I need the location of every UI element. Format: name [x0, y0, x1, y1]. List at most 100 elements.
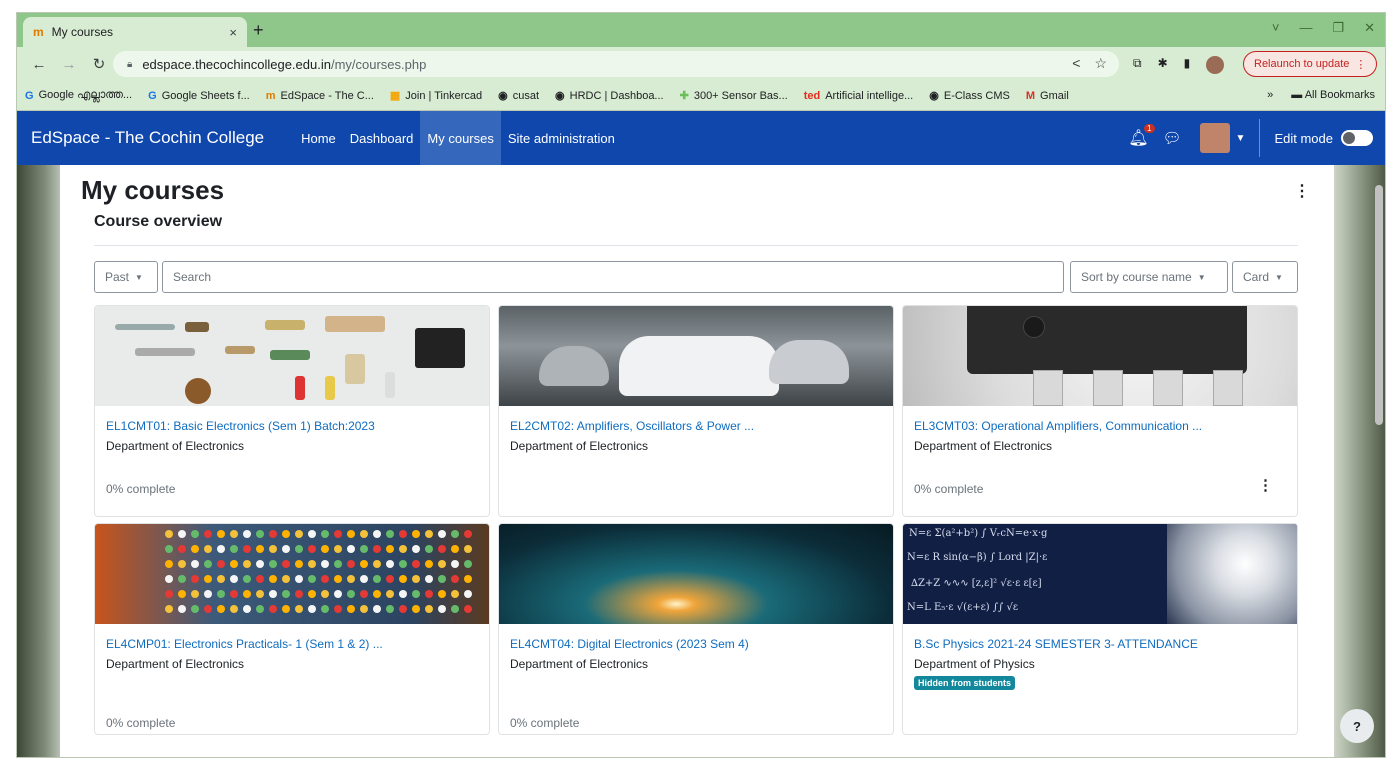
panel-socket	[256, 605, 264, 613]
side-panel-icon[interactable]: ▮	[1184, 56, 1191, 74]
profile-avatar[interactable]	[1206, 56, 1225, 74]
bookmark-item[interactable]: ◉ cusat	[498, 89, 539, 103]
relaunch-button[interactable]: Relaunch to update ⋮	[1243, 51, 1378, 77]
bookmark-item[interactable]: ▦ Join | Tinkercad	[390, 89, 482, 103]
panel-socket	[425, 530, 433, 538]
course-name-link[interactable]: EL4CMP01: Electronics Practicals- 1 (Sem…	[106, 637, 383, 651]
help-button[interactable]: ?	[1340, 709, 1374, 743]
close-window-icon[interactable]: ✕	[1364, 20, 1375, 36]
course-card[interactable]: EL4CMP01: Electronics Practicals- 1 (Sem…	[94, 523, 490, 735]
course-search-input[interactable]: Search	[162, 261, 1064, 293]
course-image-ic-chip[interactable]	[903, 306, 1297, 406]
nav-my-courses[interactable]: My courses	[420, 111, 501, 165]
share-icon[interactable]: <	[1072, 55, 1080, 72]
all-bookmarks-button[interactable]: ▬ All Bookmarks	[1291, 89, 1375, 101]
forward-arrow-icon[interactable]: →	[61, 56, 77, 73]
chevron-down-icon[interactable]: ▼	[1236, 133, 1246, 144]
bookmark-favicon-icon: G	[148, 89, 157, 102]
bookmark-item[interactable]: M Gmail	[1026, 90, 1069, 102]
course-actions-menu-icon[interactable]: ⋮	[1258, 476, 1273, 494]
panel-socket	[217, 575, 225, 583]
panel-socket	[295, 605, 303, 613]
address-bar[interactable]: 🔒︎ edspace.thecochincollege.edu.in/my/co…	[113, 51, 1119, 77]
course-card[interactable]: EL4CMT04: Digital Electronics (2023 Sem …	[498, 523, 894, 735]
bookmark-label: Google എല്ലാത്ത...	[38, 89, 133, 101]
bookmark-star-icon[interactable]: ☆	[1094, 55, 1107, 72]
close-tab-icon[interactable]: ×	[229, 25, 237, 40]
course-name-link[interactable]: EL2CMT02: Amplifiers, Oscillators & Powe…	[510, 419, 754, 433]
panel-socket	[191, 545, 199, 553]
panel-socket	[373, 530, 381, 538]
course-name-link[interactable]: EL1CMT01: Basic Electronics (Sem 1) Batc…	[106, 419, 375, 433]
search-placeholder: Search	[173, 270, 212, 284]
course-card[interactable]: EL3CMT03: Operational Amplifiers, Commun…	[902, 305, 1298, 517]
back-arrow-icon[interactable]: ←	[31, 56, 47, 73]
panel-socket	[321, 560, 329, 568]
extension-icons: ⧉ ✱ ▮	[1133, 56, 1225, 74]
bookmark-item[interactable]: G Google Sheets f...	[148, 90, 250, 102]
grouping-filter-dropdown[interactable]: Past ▼	[94, 261, 158, 293]
course-image-car-factory[interactable]	[499, 306, 893, 406]
panel-socket	[464, 590, 472, 598]
chevron-down-icon: ▼	[1197, 272, 1206, 282]
course-name-link[interactable]: EL3CMT03: Operational Amplifiers, Commun…	[914, 419, 1202, 433]
restore-icon[interactable]: ❐	[1332, 20, 1344, 36]
bookmark-favicon-icon: m	[265, 89, 276, 102]
bookmark-item[interactable]: G Google എല്ലാത്ത...	[25, 89, 132, 102]
course-category: Department of Electronics	[106, 439, 245, 453]
panel-socket	[165, 575, 173, 583]
course-card[interactable]: EL1CMT01: Basic Electronics (Sem 1) Batc…	[94, 305, 490, 517]
reload-icon[interactable]: ↻	[91, 55, 107, 73]
panel-socket	[386, 530, 394, 538]
view-dropdown[interactable]: Card ▼	[1232, 261, 1298, 293]
sort-dropdown[interactable]: Sort by course name ▼	[1070, 261, 1228, 293]
course-name-link[interactable]: EL4CMT04: Digital Electronics (2023 Sem …	[510, 637, 749, 651]
new-tab-button[interactable]: +	[253, 20, 264, 41]
bookmark-item[interactable]: ted Artificial intellige...	[804, 90, 914, 102]
browser-tab[interactable]: m My courses ×	[23, 17, 247, 47]
bookmarks-more-icon[interactable]: »	[1267, 89, 1273, 101]
course-card[interactable]: N=ε Σ(a²+b²) ∫ VᵣcN=e·x·g N=ε R sin(α−β)…	[902, 523, 1298, 735]
nav-home[interactable]: Home	[294, 111, 343, 165]
panel-socket	[269, 530, 277, 538]
course-image-electronic-components[interactable]	[95, 306, 489, 406]
minimize-icon[interactable]: —	[1299, 20, 1312, 36]
panel-socket	[204, 545, 212, 553]
page-actions-menu-icon[interactable]: ⋮	[1294, 181, 1310, 201]
bookmark-item[interactable]: ◉ E-Class CMS	[929, 89, 1010, 103]
puzzle-icon[interactable]: ✱	[1158, 56, 1168, 74]
panel-socket	[425, 575, 433, 583]
course-image-robot-formulas[interactable]: N=ε Σ(a²+b²) ∫ VᵣcN=e·x·g N=ε R sin(α−β)…	[903, 524, 1297, 624]
edit-mode-toggle[interactable]	[1341, 130, 1373, 146]
panel-socket	[386, 545, 394, 553]
course-category: Department of Electronics	[914, 439, 1053, 453]
extension-icon[interactable]: ⧉	[1133, 56, 1142, 74]
notification-bell-icon[interactable]: 🔔︎ 1	[1128, 124, 1155, 148]
bookmark-label: HRDC | Dashboa...	[569, 89, 664, 102]
course-image-lab-panel[interactable]	[95, 524, 489, 624]
bookmark-item[interactable]: ◉ HRDC | Dashboa...	[555, 89, 664, 103]
messages-icon[interactable]: 💬︎	[1163, 129, 1182, 147]
panel-socket	[360, 560, 368, 568]
page-scrollbar[interactable]	[1375, 185, 1383, 425]
user-avatar[interactable]	[1199, 123, 1230, 153]
bookmark-item[interactable]: m EdSpace - The C...	[266, 90, 374, 102]
site-brand[interactable]: EdSpace - The Cochin College	[31, 128, 264, 148]
bookmark-favicon-icon: M	[1025, 89, 1036, 102]
course-image-digital-glow[interactable]	[499, 524, 893, 624]
course-progress: 0% complete	[914, 482, 984, 496]
course-card[interactable]: EL2CMT02: Amplifiers, Oscillators & Powe…	[498, 305, 894, 517]
panel-socket	[373, 560, 381, 568]
panel-socket	[295, 560, 303, 568]
nav-site-administration[interactable]: Site administration	[501, 111, 622, 165]
course-name-link[interactable]: B.Sc Physics 2021-24 SEMESTER 3- ATTENDA…	[914, 637, 1198, 651]
course-progress: 0% complete	[106, 482, 176, 496]
panel-socket	[399, 590, 407, 598]
panel-socket	[230, 530, 238, 538]
tab-search-icon[interactable]: ˅	[1272, 20, 1280, 36]
panel-socket	[308, 530, 316, 538]
chevron-down-icon: ▼	[135, 272, 143, 282]
bookmarks-bar: G Google എല്ലാത്ത... G Google Sheets f... m E…	[17, 81, 1385, 111]
bookmark-item[interactable]: ✚ 300+ Sensor Bas...	[680, 89, 788, 103]
nav-dashboard[interactable]: Dashboard	[343, 111, 421, 165]
